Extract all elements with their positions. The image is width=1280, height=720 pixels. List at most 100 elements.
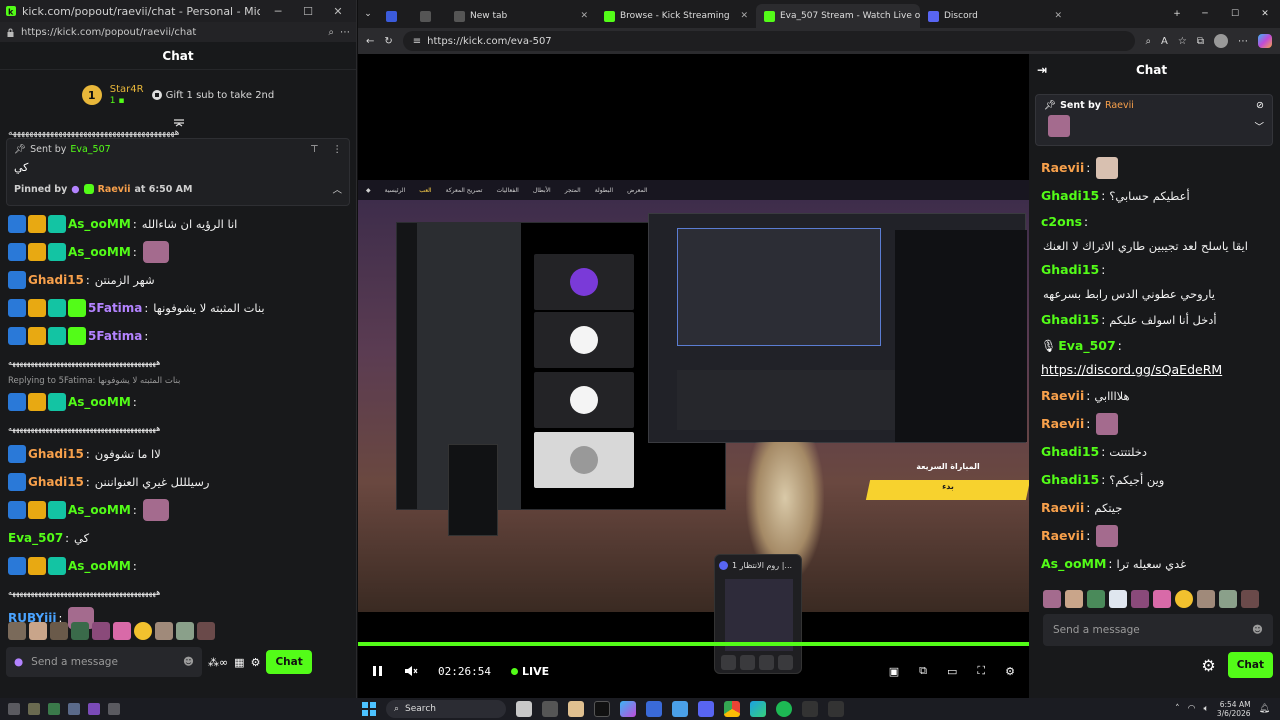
taskbar-search[interactable]: ⌕ Search [386,700,506,718]
gift-options-icon[interactable]: ⁂∞ [208,656,228,669]
widget-icon[interactable] [8,703,20,715]
emote-icon[interactable] [197,622,215,640]
emote-icon[interactable] [155,622,173,640]
chat-username[interactable]: Ghadi15 [1041,442,1099,462]
discord-icon[interactable] [698,701,714,717]
chat-username[interactable]: Ghadi15 [1041,260,1099,280]
app-icon[interactable] [802,701,818,717]
app-icon[interactable] [48,703,60,715]
chat-username[interactable]: As_ooMM [68,245,131,259]
extensions-icon[interactable]: ⧉ [1197,36,1204,47]
maximize-button[interactable]: ☐ [296,5,320,18]
emote-icon[interactable] [1087,590,1105,608]
chrome-icon[interactable] [724,701,740,717]
refresh-icon[interactable]: ↻ [384,36,392,47]
chat-username[interactable]: As_ooMM [68,395,131,409]
pinned-by-user[interactable]: Raevii [98,184,131,195]
chevron-down-icon[interactable]: ﹀ [1254,119,1264,133]
emoji-icon[interactable]: ☻ [183,656,194,668]
app-icon[interactable] [542,701,558,717]
browser-tab[interactable] [378,4,412,28]
notepad-icon[interactable] [672,701,688,717]
chat-username[interactable]: c2ons [1041,212,1082,232]
emote-icon[interactable] [92,622,110,640]
settings-gear-icon[interactable]: ⚙ [251,656,261,669]
collapse-chat-icon[interactable]: ⇥ [1037,63,1047,77]
tab-close-icon[interactable]: ✕ [740,11,748,21]
chat-username[interactable]: Raevii [1041,386,1084,406]
chevron-up-icon[interactable]: ︿ [332,182,342,196]
app-icon[interactable] [516,701,532,717]
emote-icon[interactable] [1131,590,1149,608]
chat-link[interactable]: https://discord.gg/sQaEdeRM [1041,362,1222,377]
app-icon[interactable] [568,701,584,717]
miniplayer-icon[interactable]: ▭ [947,665,957,678]
emote-icon[interactable] [1197,590,1215,608]
emote-icon[interactable] [176,622,194,640]
pin-options-icon[interactable]: ⋮ [333,144,343,155]
copilot-icon[interactable] [620,701,636,717]
emote-icon[interactable] [1219,590,1237,608]
spotify-icon[interactable] [776,701,792,717]
maximize-button[interactable]: ☐ [1220,9,1250,19]
chat-username[interactable]: Raevii [1041,526,1084,546]
taskbar-clock[interactable]: 6:54 AM 3/6/2026 [1217,700,1251,718]
zoom-icon[interactable]: ⌕ [1145,36,1151,47]
settings-gear-icon[interactable]: ⚙ [1201,656,1215,675]
chat-username[interactable]: Ghadi15 [1041,186,1099,206]
browser-tab[interactable]: Browse - Kick Streaming ✕ [596,4,756,28]
new-tab-button[interactable]: + [1164,9,1190,19]
emote-icon[interactable] [1175,590,1193,608]
emoji-icon[interactable]: ☻ [1252,624,1263,636]
obs-icon[interactable] [828,701,844,717]
chat-username[interactable]: As_ooMM [68,559,131,573]
back-icon[interactable]: ← [366,36,374,47]
chat-username[interactable]: Eva_507 [1058,336,1115,356]
emote-icon[interactable] [134,622,152,640]
chat-username[interactable]: As_ooMM [68,217,131,231]
tab-actions-icon[interactable]: ⌄ [358,9,378,19]
unpin-icon[interactable]: ⊤ [310,144,318,155]
chat-username[interactable]: Raevii [1041,414,1084,434]
browser-tab[interactable]: New tab ✕ [446,4,596,28]
pin-sender[interactable]: Raevii [1105,100,1134,111]
pin-sender[interactable]: Eva_507 [70,144,110,155]
site-info-icon[interactable]: ≡ [413,36,421,47]
chat-username[interactable]: 5Fatima [88,329,142,343]
copilot-icon[interactable] [1258,34,1272,48]
emote-icon[interactable] [71,622,89,640]
theater-mode-icon[interactable]: ▣ [889,665,899,678]
chat-username[interactable]: Raevii [1041,158,1084,178]
collapse-icon[interactable] [172,118,186,128]
favorite-star-icon[interactable]: ☆ [1178,36,1187,47]
clip-icon[interactable]: ⧉ [919,664,927,678]
emote-icon[interactable] [8,622,26,640]
left-message-input[interactable]: ● Send a message ☻ [6,647,202,677]
profile-avatar[interactable] [1214,34,1228,48]
unpin-icon[interactable]: ⊘ [1256,100,1264,111]
store-icon[interactable]: ▦ [234,656,244,669]
chat-username[interactable]: As_ooMM [68,503,131,517]
fullscreen-icon[interactable]: ⛶ [977,664,985,678]
right-message-input[interactable]: Send a message ☻ [1043,614,1273,646]
pause-icon[interactable] [372,665,384,677]
chat-username[interactable]: Raevii [1041,498,1084,518]
mic-icon[interactable]: ● [14,656,23,668]
tiktok-icon[interactable] [594,701,610,717]
chat-username[interactable]: 5Fatima [88,301,142,315]
emote-icon[interactable] [29,622,47,640]
volume-icon[interactable]: 🔈︎ [1203,704,1208,714]
chat-username[interactable]: As_ooMM [1041,554,1106,574]
emote-icon[interactable] [50,622,68,640]
chat-username[interactable]: Ghadi15 [28,273,84,287]
wifi-icon[interactable]: ◠ [1188,704,1196,714]
video-player[interactable]: ◆ الرئيسية العب تصريح المعركة الفعاليات الأبط… [358,54,1029,698]
gift-sub-button[interactable]: Gift 1 sub to take 2nd [151,90,274,101]
emote-icon[interactable] [1241,590,1259,608]
close-button[interactable]: ✕ [326,5,350,18]
windows-start-icon[interactable] [362,702,376,716]
left-chat-send-button[interactable]: Chat [266,650,312,674]
close-button[interactable]: ✕ [1250,9,1280,19]
chat-username[interactable]: Ghadi15 [28,475,84,489]
minimize-button[interactable]: ─ [266,5,290,18]
